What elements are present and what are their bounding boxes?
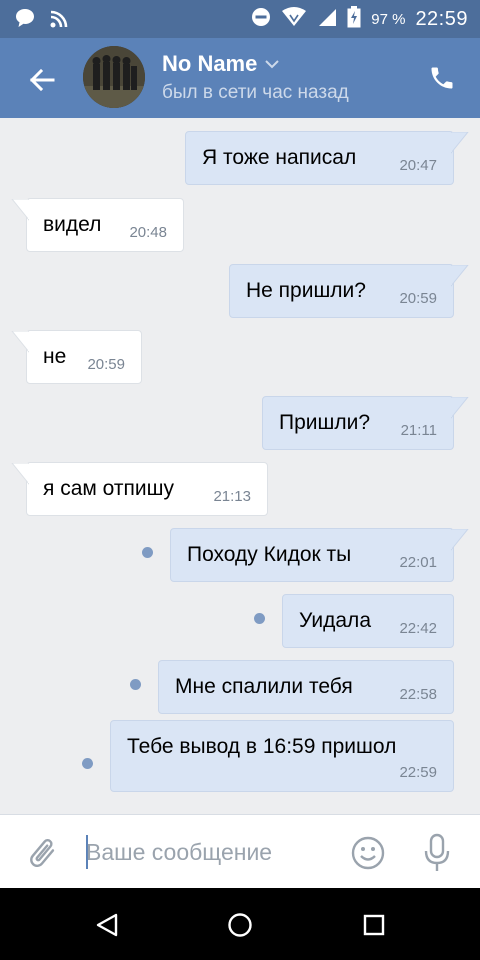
chevron-down-icon (265, 59, 280, 68)
message-time: 21:13 (213, 488, 251, 505)
dnd-icon (251, 7, 271, 32)
message-text: Мне спалили тебя (175, 675, 353, 698)
message-bubble-incoming[interactable]: я сам отпишу 21:13 (11, 462, 268, 516)
attach-button[interactable] (24, 835, 60, 871)
bubble-tail (11, 199, 29, 221)
message-time: 22:01 (399, 554, 437, 571)
bubble-tail (11, 331, 29, 353)
vpn-wifi-icon (281, 7, 307, 32)
message-bubble-outgoing[interactable]: Уидала 22:42 (282, 594, 454, 648)
message-text: Тебе вывод в 16:59 пришол (127, 735, 397, 758)
message-list[interactable]: Я тоже написал 20:47 видел 20:48 Не приш… (0, 118, 480, 814)
call-button[interactable] (424, 60, 460, 96)
message-bubble-outgoing[interactable]: Я тоже написал 20:47 (185, 131, 469, 185)
bubble-tail (451, 397, 469, 419)
clock: 22:59 (415, 8, 468, 30)
message-bubble-incoming[interactable]: не 20:59 (11, 330, 142, 384)
emoji-button[interactable] (350, 835, 386, 871)
message-time: 20:59 (399, 290, 437, 307)
battery-icon (347, 6, 361, 33)
unread-indicator (130, 679, 141, 690)
message-text: я сам отпишу (43, 477, 174, 500)
message-bubble-outgoing[interactable]: Пришли? 21:11 (262, 396, 469, 450)
back-button[interactable] (22, 60, 62, 100)
status-bar: 97 % 22:59 (0, 0, 480, 38)
message-text: Не пришли? (246, 279, 366, 302)
back-arrow-icon (29, 68, 55, 92)
message-bubble-outgoing[interactable]: Мне спалили тебя 22:58 (158, 660, 454, 714)
message-text: Я тоже написал (202, 146, 357, 169)
message-time: 20:59 (87, 356, 125, 373)
nav-recents-button[interactable] (361, 912, 387, 938)
emoji-icon (351, 836, 385, 870)
home-circle-icon (228, 913, 252, 937)
recents-square-icon (363, 914, 385, 936)
chat-bubble-icon (14, 7, 36, 34)
message-text: не (43, 345, 67, 368)
unread-indicator (82, 758, 93, 769)
message-text: Пришли? (279, 411, 371, 434)
phone-icon (431, 67, 453, 89)
message-text: видел (43, 213, 102, 236)
message-bubble-incoming[interactable]: видел 20:48 (11, 198, 184, 252)
message-time: 21:11 (400, 422, 437, 439)
unread-indicator (142, 547, 153, 558)
voice-message-button[interactable] (422, 833, 452, 873)
paperclip-icon (30, 839, 55, 867)
nav-home-button[interactable] (227, 912, 253, 938)
bubble-tail (451, 265, 469, 287)
bubble-tail (451, 529, 469, 551)
signal-icon (317, 7, 337, 32)
message-bubble-outgoing[interactable]: Походу Кидок ты 22:01 (170, 528, 469, 582)
message-text: Уидала (299, 609, 371, 632)
message-composer (0, 814, 480, 888)
contact-name[interactable]: No Name (162, 51, 280, 77)
message-text: Походу Кидок ты (187, 543, 352, 566)
message-time: 20:48 (129, 224, 167, 241)
bubble-tail (451, 132, 469, 154)
microphone-icon (424, 833, 450, 871)
bubble-tail (11, 463, 29, 485)
message-time: 22:59 (399, 764, 437, 781)
unread-indicator (254, 613, 265, 624)
contact-name-label: No Name (162, 51, 258, 76)
back-triangle-icon (96, 913, 118, 937)
contact-status: был в сети час назад (162, 82, 349, 103)
avatar[interactable] (83, 46, 145, 108)
system-navigation-bar (0, 888, 480, 960)
nav-back-button[interactable] (94, 912, 120, 938)
message-input[interactable] (86, 833, 336, 871)
message-time: 22:58 (399, 686, 437, 703)
message-bubble-outgoing[interactable]: Не пришли? 20:59 (229, 264, 469, 318)
message-bubble-outgoing[interactable]: Тебе вывод в 16:59 пришол 22:59 (110, 720, 454, 792)
message-time: 20:47 (399, 157, 437, 174)
battery-percent: 97 % (371, 11, 406, 28)
message-time: 22:42 (399, 620, 437, 637)
chat-header: No Name был в сети час назад (0, 38, 480, 118)
wifi-off-icon (48, 7, 70, 34)
